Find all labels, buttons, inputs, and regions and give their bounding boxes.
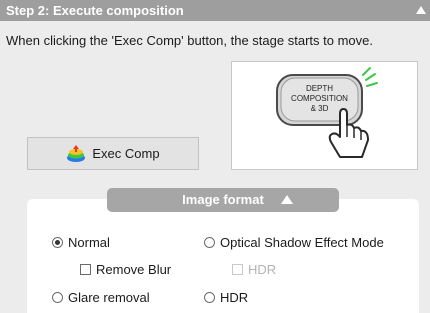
- depth-line-3: & 3D: [311, 104, 329, 113]
- step-2-title: Step 2: Execute composition: [6, 3, 184, 18]
- radio-indicator[interactable]: [52, 292, 63, 303]
- radio-optical-shadow-label: Optical Shadow Effect Mode: [220, 235, 384, 250]
- checkbox-indicator[interactable]: [80, 264, 91, 275]
- depth-line-1: DEPTH: [306, 84, 333, 93]
- press-lines-icon: [362, 67, 378, 87]
- radio-glare-removal-label: Glare removal: [68, 290, 150, 305]
- image-format-title: Image format: [182, 192, 264, 207]
- depth-composition-illustration: DEPTH COMPOSITION & 3D: [231, 61, 418, 170]
- radio-indicator[interactable]: [204, 292, 215, 303]
- instruction-text: When clicking the 'Exec Comp' button, th…: [6, 33, 373, 48]
- collapse-caret-icon[interactable]: [281, 195, 293, 204]
- radio-indicator[interactable]: [204, 237, 215, 248]
- depth-line-2: COMPOSITION: [291, 94, 348, 103]
- radio-normal-label: Normal: [68, 235, 110, 250]
- checkbox-remove-blur-label: Remove Blur: [96, 262, 172, 277]
- radio-glare-removal[interactable]: Glare removal: [52, 290, 150, 305]
- checkbox-hdr: HDR: [232, 262, 276, 277]
- exec-comp-label: Exec Comp: [92, 146, 160, 161]
- radio-hdr-label: HDR: [220, 290, 249, 305]
- radio-hdr[interactable]: HDR: [204, 290, 248, 305]
- step-2-header[interactable]: Step 2: Execute composition: [0, 0, 430, 21]
- radio-optical-shadow[interactable]: Optical Shadow Effect Mode: [204, 235, 384, 250]
- exec-comp-button[interactable]: Exec Comp: [27, 137, 199, 170]
- illustration-svg: DEPTH COMPOSITION & 3D: [276, 67, 378, 158]
- collapse-caret-icon[interactable]: [416, 6, 426, 14]
- checkbox-remove-blur[interactable]: Remove Blur: [80, 262, 171, 277]
- radio-indicator[interactable]: [52, 237, 63, 248]
- checkbox-hdr-label: HDR: [248, 262, 277, 277]
- checkbox-indicator: [232, 264, 243, 275]
- stack-layers-icon: [67, 144, 86, 162]
- image-format-header[interactable]: Image format: [107, 188, 339, 212]
- radio-normal[interactable]: Normal: [52, 235, 110, 250]
